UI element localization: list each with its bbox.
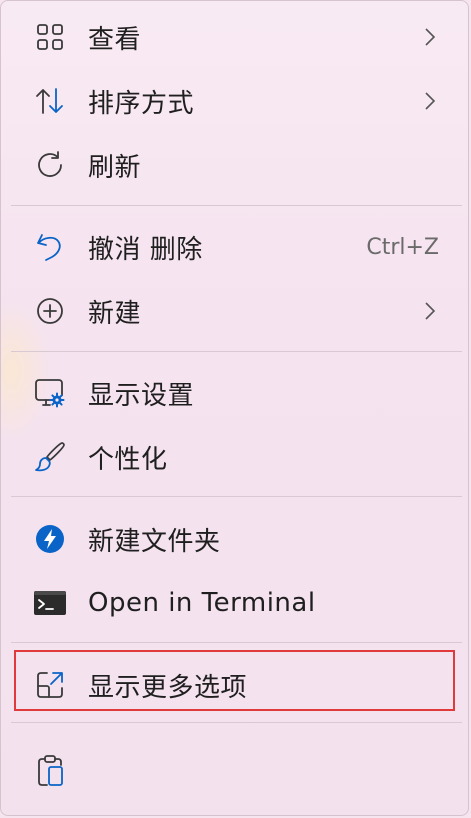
undo-icon xyxy=(33,230,67,264)
menu-item-personalize[interactable]: 个性化 xyxy=(11,429,460,485)
menu-item-new-folder[interactable]: 新建文件夹 xyxy=(11,511,460,567)
highlight-box xyxy=(14,650,455,711)
menu-item-label: 查看 xyxy=(88,24,142,55)
menu-item-refresh[interactable]: 刷新 xyxy=(11,137,460,193)
menu-separator xyxy=(11,642,462,643)
chevron-right-icon xyxy=(420,26,440,48)
menu-separator xyxy=(11,351,462,352)
chevron-right-icon xyxy=(420,90,440,112)
shortcut-text: Ctrl+Z xyxy=(366,234,439,260)
context-menu: 查看 排序方式 刷新 撤消 删除 Ctrl+Z 新建 显示设置 个性化 新建文件… xyxy=(0,0,469,816)
menu-separator xyxy=(11,496,462,497)
menu-item-label: 显示设置 xyxy=(88,380,195,411)
menu-item-display-settings[interactable]: 显示设置 xyxy=(11,365,460,421)
sort-icon xyxy=(33,84,67,118)
menu-item-label: 刷新 xyxy=(88,152,142,183)
menu-item-undo-delete[interactable]: 撤消 删除 Ctrl+Z xyxy=(11,219,460,275)
menu-item-label: 排序方式 xyxy=(88,88,195,119)
menu-separator xyxy=(11,205,462,206)
grid-icon xyxy=(33,20,67,54)
menu-item-open-in-terminal[interactable]: Open in Terminal xyxy=(11,575,460,631)
paste-button[interactable] xyxy=(11,743,81,799)
new-icon xyxy=(33,294,67,328)
menu-item-new[interactable]: 新建 xyxy=(11,283,460,339)
menu-item-view[interactable]: 查看 xyxy=(11,9,460,65)
menu-item-label: 撤消 删除 xyxy=(88,234,203,265)
menu-item-label: 新建文件夹 xyxy=(88,526,221,557)
chevron-right-icon xyxy=(420,300,440,322)
power-automate-icon xyxy=(33,522,67,556)
terminal-icon xyxy=(33,586,67,620)
menu-item-label: 个性化 xyxy=(88,444,168,475)
menu-item-label: Open in Terminal xyxy=(88,588,316,618)
menu-item-sort[interactable]: 排序方式 xyxy=(11,73,460,129)
menu-separator xyxy=(11,722,462,723)
menu-item-label: 新建 xyxy=(88,298,142,329)
refresh-icon xyxy=(33,148,67,182)
brush-icon xyxy=(33,440,67,474)
display-settings-icon xyxy=(33,376,67,410)
clipboard-icon xyxy=(33,754,67,788)
